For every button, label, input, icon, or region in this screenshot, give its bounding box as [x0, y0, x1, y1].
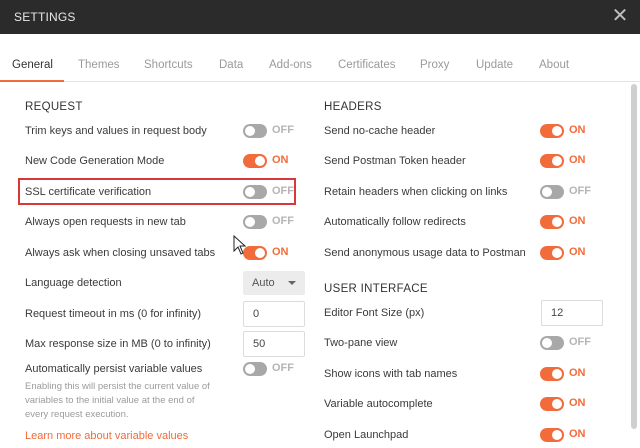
new-codegen-toggle[interactable]: ON [243, 153, 297, 169]
open-new-tab-toggle[interactable]: OFF [243, 214, 297, 230]
tab-themes[interactable]: Themes [78, 59, 120, 71]
persist-vars-toggle[interactable]: OFF [243, 361, 297, 377]
usage-data-label: Send anonymous usage data to Postman [324, 247, 526, 259]
tab-about[interactable]: About [539, 59, 569, 71]
window-title: SETTINGS [14, 10, 76, 24]
chevron-down-icon [288, 281, 296, 285]
max-response-input[interactable] [243, 331, 305, 357]
persist-vars-desc-3: every request execution. [25, 409, 129, 420]
scrollbar[interactable] [631, 84, 637, 429]
ask-closing-label: Always ask when closing unsaved tabs [25, 247, 216, 259]
timeout-label: Request timeout in ms (0 for infinity) [25, 308, 202, 320]
two-pane-toggle[interactable]: OFF [540, 335, 594, 351]
settings-tabs: General Themes Shortcuts Data Add-ons Ce… [0, 34, 640, 82]
tab-shortcuts[interactable]: Shortcuts [144, 59, 193, 71]
font-size-input[interactable] [541, 300, 603, 326]
persist-vars-label: Automatically persist variable values [25, 363, 203, 375]
open-new-tab-label: Always open requests in new tab [25, 216, 186, 228]
tab-proxy[interactable]: Proxy [420, 59, 449, 71]
tab-certificates[interactable]: Certificates [338, 59, 396, 71]
retain-headers-label: Retain headers when clicking on links [324, 186, 508, 198]
variable-values-link[interactable]: Learn more about variable values [25, 430, 188, 442]
tab-add-ons[interactable]: Add-ons [269, 59, 312, 71]
trim-keys-toggle[interactable]: OFF [243, 123, 297, 139]
active-tab-indicator [0, 80, 64, 82]
ssl-verification-label: SSL certificate verification [25, 186, 152, 198]
close-icon[interactable]: ✕ [610, 6, 630, 26]
follow-redirects-toggle[interactable]: ON [540, 214, 594, 230]
launchpad-toggle[interactable]: ON [540, 427, 594, 443]
launchpad-label: Open Launchpad [324, 429, 409, 441]
two-pane-label: Two-pane view [324, 337, 398, 349]
persist-vars-desc-2: variables to the initial value at the en… [25, 395, 195, 406]
no-cache-toggle[interactable]: ON [540, 123, 594, 139]
follow-redirects-label: Automatically follow redirects [324, 216, 466, 228]
mouse-pointer-icon [233, 235, 247, 255]
no-cache-label: Send no-cache header [324, 125, 436, 137]
show-icons-toggle[interactable]: ON [540, 366, 594, 382]
language-detection-value: Auto [252, 277, 275, 289]
var-autocomplete-toggle[interactable]: ON [540, 396, 594, 412]
show-icons-label: Show icons with tab names [324, 368, 458, 380]
postman-token-label: Send Postman Token header [324, 155, 466, 167]
tab-data[interactable]: Data [219, 59, 243, 71]
font-size-label: Editor Font Size (px) [324, 307, 425, 319]
retain-headers-toggle[interactable]: OFF [540, 184, 594, 200]
language-detection-select[interactable]: Auto [243, 271, 305, 295]
trim-keys-label: Trim keys and values in request body [25, 125, 207, 137]
usage-data-toggle[interactable]: ON [540, 245, 594, 261]
postman-token-toggle[interactable]: ON [540, 153, 594, 169]
request-section-title: REQUEST [25, 101, 83, 113]
headers-section-title: HEADERS [324, 101, 382, 113]
ssl-verification-toggle[interactable]: OFF [243, 184, 297, 200]
language-detection-label: Language detection [25, 277, 122, 289]
tab-update[interactable]: Update [476, 59, 513, 71]
new-codegen-label: New Code Generation Mode [25, 155, 165, 167]
ask-closing-toggle[interactable]: ON [243, 245, 297, 261]
max-response-label: Max response size in MB (0 to infinity) [25, 338, 211, 350]
ui-section-title: USER INTERFACE [324, 283, 428, 295]
var-autocomplete-label: Variable autocomplete [324, 398, 433, 410]
tab-general[interactable]: General [12, 59, 53, 71]
timeout-input[interactable] [243, 301, 305, 327]
persist-vars-desc-1: Enabling this will persist the current v… [25, 381, 210, 392]
title-bar: SETTINGS ✕ [0, 0, 640, 34]
